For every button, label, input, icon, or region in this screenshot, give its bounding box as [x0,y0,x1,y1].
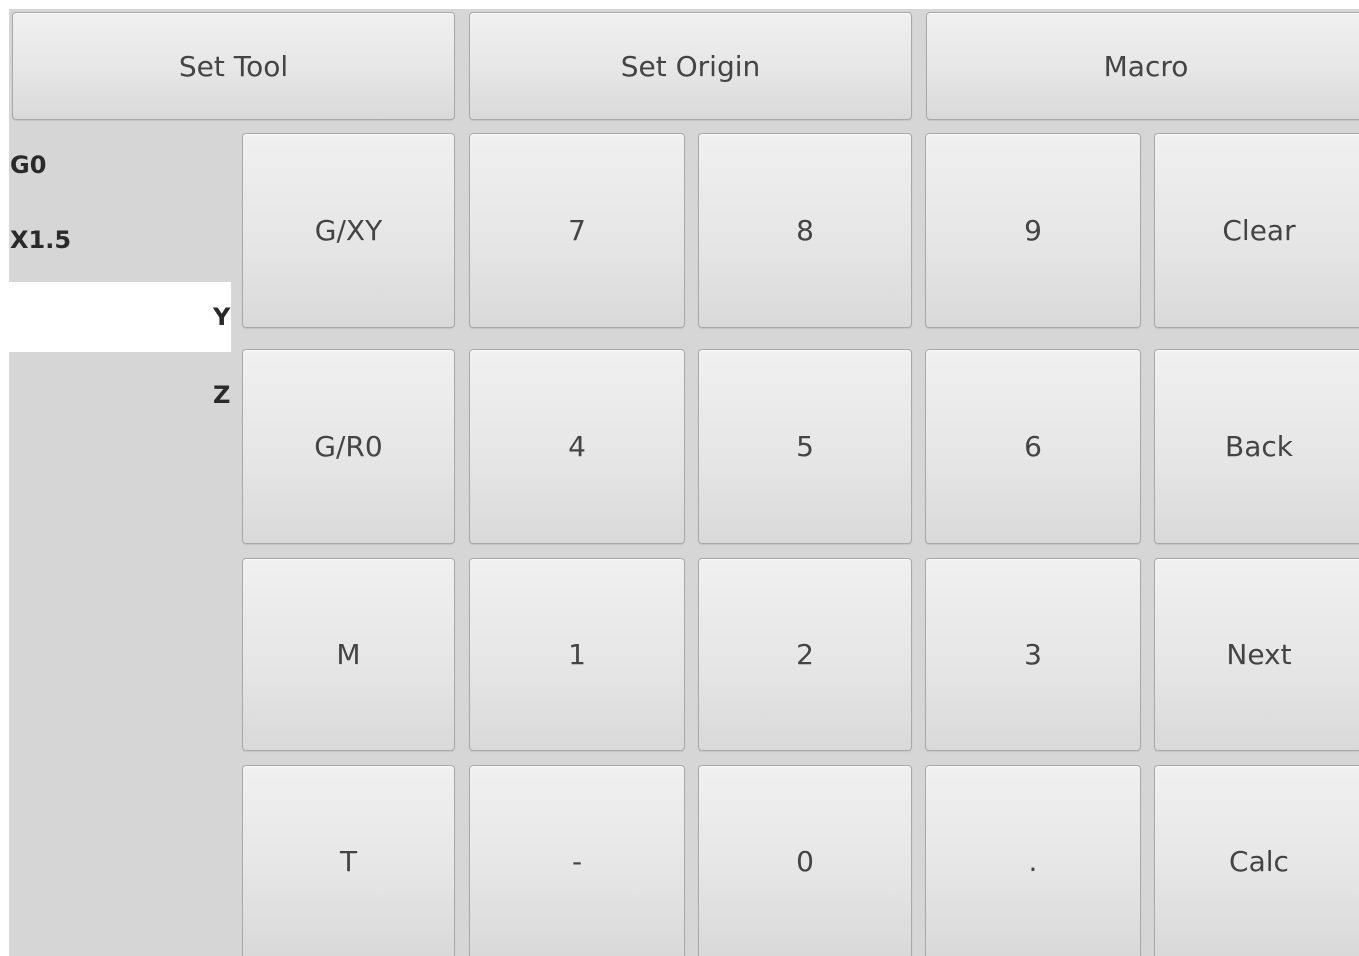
digit-9-label: 9 [1024,214,1042,247]
minus-label: - [571,844,583,878]
calc-label: Calc [1229,844,1289,878]
axis-label-z: Z [213,381,231,409]
m-button[interactable]: M [242,558,455,751]
digit-0-label: 0 [796,844,814,878]
digit-7-button[interactable]: 7 [469,133,685,328]
set-origin-label: Set Origin [620,49,761,83]
digit-6-label: 6 [1024,430,1042,463]
m-label: M [336,638,361,671]
digit-7-label: 7 [568,214,586,247]
decimal-point-label: . [1028,844,1038,878]
next-label: Next [1226,638,1292,671]
set-tool-button[interactable]: Set Tool [12,12,455,120]
clear-label: Clear [1222,214,1296,247]
digit-1-label: 1 [568,638,586,671]
digit-5-label: 5 [796,430,814,463]
digit-1-button[interactable]: 1 [469,558,685,751]
next-button[interactable]: Next [1154,558,1359,751]
g-r0-label: G/R0 [314,430,383,463]
digit-4-button[interactable]: 4 [469,349,685,544]
t-label: T [339,844,358,878]
gcode-line-g0: G0 [10,151,47,179]
gcode-entry-field[interactable] [9,282,231,352]
back-label: Back [1225,430,1293,463]
digit-2-button[interactable]: 2 [698,558,912,751]
clear-button[interactable]: Clear [1154,133,1359,328]
digit-5-button[interactable]: 5 [698,349,912,544]
macro-button[interactable]: Macro [926,12,1359,120]
g-xy-button[interactable]: G/XY [242,133,455,328]
decimal-point-button[interactable]: . [925,765,1141,956]
t-button[interactable]: T [242,765,455,956]
set-tool-label: Set Tool [178,49,289,83]
digit-8-button[interactable]: 8 [698,133,912,328]
minus-button[interactable]: - [469,765,685,956]
gcode-line-x: X1.5 [10,226,72,254]
digit-8-label: 8 [796,214,814,247]
mdi-window: Set Tool Set Origin Macro G0 X1.5 Y Z G/… [0,0,1359,956]
digit-9-button[interactable]: 9 [925,133,1141,328]
digit-2-label: 2 [796,638,814,671]
set-origin-button[interactable]: Set Origin [469,12,912,120]
digit-3-button[interactable]: 3 [925,558,1141,751]
digit-3-label: 3 [1024,638,1042,671]
macro-label: Macro [1103,49,1189,83]
back-button[interactable]: Back [1154,349,1359,544]
axis-label-y: Y [213,303,231,331]
g-xy-label: G/XY [314,214,383,247]
g-r0-button[interactable]: G/R0 [242,349,455,544]
digit-0-button[interactable]: 0 [698,765,912,956]
digit-4-label: 4 [568,430,586,463]
digit-6-button[interactable]: 6 [925,349,1141,544]
calc-button[interactable]: Calc [1154,765,1359,956]
